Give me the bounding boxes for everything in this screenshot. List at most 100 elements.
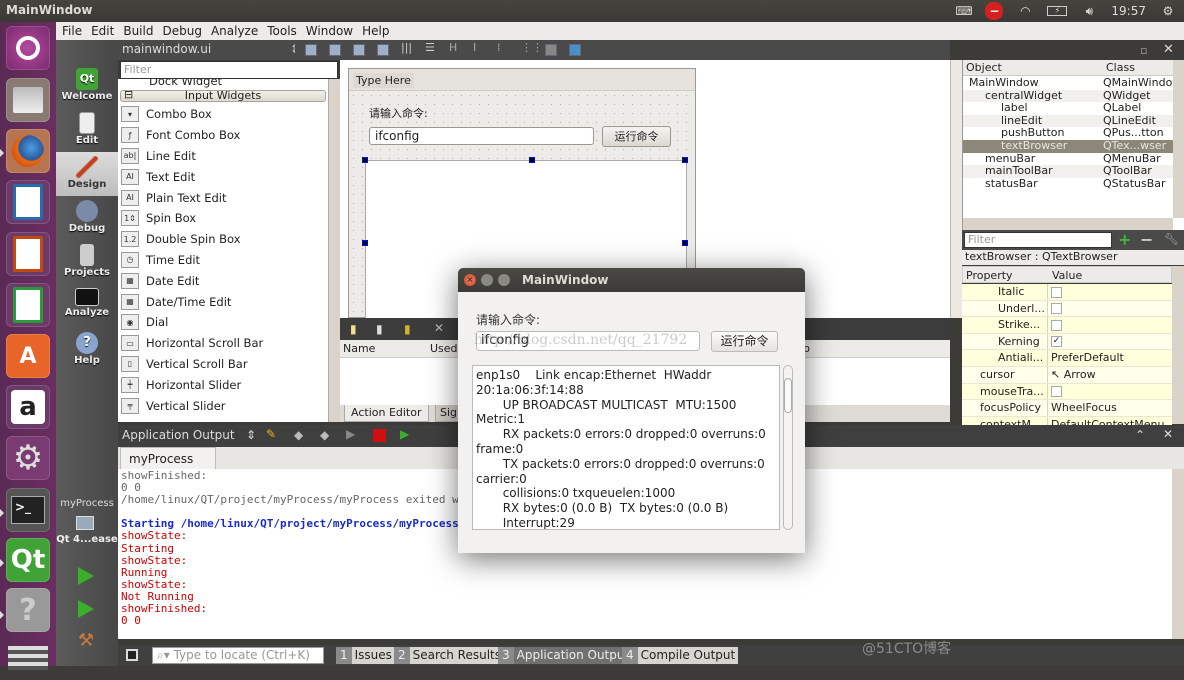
float-icon[interactable]: ▫ <box>1140 44 1147 57</box>
widget-item[interactable]: ◷ Time Edit <box>118 250 328 271</box>
volume-icon[interactable]: 🔊︎ <box>1081 4 1097 18</box>
object-tree-row[interactable]: label QLabel <box>963 102 1173 115</box>
resize-handle[interactable] <box>682 240 688 246</box>
tab-action-editor[interactable]: Action Editor <box>344 405 429 422</box>
clock[interactable]: 19:57 <box>1111 4 1146 18</box>
status-tab-compile-output[interactable]: 4 Compile Output <box>622 647 739 664</box>
wifi-icon[interactable]: ◠ <box>1017 4 1033 18</box>
property-row[interactable]: Italic <box>962 284 1172 301</box>
layout-horizontal-icon[interactable]: ||| <box>401 41 413 54</box>
break-layout-icon[interactable] <box>545 44 557 56</box>
property-row[interactable]: Underl... <box>962 300 1172 318</box>
widget-filter-input[interactable]: Filter <box>120 61 338 79</box>
ui-file-selector[interactable]: mainwindow.ui <box>122 42 211 56</box>
column-property[interactable]: Property <box>963 267 1049 282</box>
menu-analyze[interactable]: Analyze <box>211 24 258 38</box>
remove-property-icon[interactable]: − <box>1140 230 1153 249</box>
object-tree-row[interactable]: statusBar QStatusBar <box>963 178 1173 191</box>
terminal-icon[interactable]: >_ <box>6 488 50 532</box>
system-settings-icon[interactable]: ⚙ <box>6 436 50 480</box>
run-command-button[interactable]: 运行命令 <box>711 331 778 352</box>
menu-debug[interactable]: Debug <box>162 24 201 38</box>
column-object[interactable]: Object <box>963 60 1103 75</box>
paste-action-icon[interactable]: ▮ <box>404 322 411 336</box>
widget-item[interactable]: ┿ Horizontal Slider <box>118 374 328 395</box>
widget-item[interactable]: 1⇕ Spin Box <box>118 208 328 229</box>
next-item-icon[interactable]: ◆ <box>320 428 329 442</box>
layout-form-icon[interactable]: ⁞ <box>497 41 509 54</box>
mode-help[interactable]: ? Help <box>56 328 118 372</box>
resize-handle[interactable] <box>529 157 535 163</box>
scroll-thumb[interactable] <box>784 378 792 413</box>
mode-projects[interactable]: Projects <box>56 240 118 284</box>
property-checkbox[interactable] <box>1051 319 1062 331</box>
property-filter-input[interactable]: Filter <box>964 232 1112 248</box>
menu-file[interactable]: File <box>62 24 82 38</box>
property-checkbox[interactable] <box>1051 303 1062 315</box>
widget-item[interactable]: AI Text Edit <box>118 166 328 187</box>
property-row[interactable]: focusPolicy WheelFocus <box>962 400 1172 417</box>
widget-item[interactable]: AI Plain Text Edit <box>118 187 328 208</box>
property-checkbox[interactable] <box>1051 386 1062 398</box>
prev-item-icon[interactable]: ◆ <box>294 428 303 442</box>
type-here-menu[interactable]: Type Here <box>353 73 414 88</box>
copy-action-icon[interactable]: ▮ <box>376 322 383 336</box>
close-window-icon[interactable]: × <box>464 274 476 286</box>
widget-item[interactable]: ▭ Horizontal Scroll Bar <box>118 333 328 354</box>
property-row[interactable]: Strike... <box>962 317 1172 334</box>
adjust-size-icon[interactable] <box>569 44 581 56</box>
menu-build[interactable]: Build <box>123 24 153 38</box>
help-icon[interactable]: ? <box>6 588 50 632</box>
debug-run-icon[interactable] <box>78 600 94 618</box>
run-icon[interactable] <box>78 567 94 585</box>
property-editor-scrollbar[interactable] <box>1172 266 1184 424</box>
firefox-icon[interactable] <box>6 129 50 173</box>
edit-widgets-icon[interactable] <box>305 44 317 56</box>
object-tree-row[interactable]: centralWidget QWidget <box>963 89 1173 103</box>
layout-grid-icon[interactable]: ⋮⋮ <box>521 41 543 54</box>
status-tab-issues[interactable]: 1 Issues <box>336 647 395 664</box>
output-tab-myprocess[interactable]: myProcess ✕ <box>120 447 216 480</box>
widget-item[interactable]: ▦ Date/Time Edit <box>118 291 328 312</box>
object-tree-row[interactable]: MainWindow QMainWindow <box>963 77 1173 90</box>
network-disconnected-icon[interactable]: − <box>985 2 1004 20</box>
resize-handle[interactable] <box>362 157 368 163</box>
libreoffice-calc-icon[interactable] <box>6 283 50 327</box>
object-inspector-hscroll[interactable] <box>963 218 1173 230</box>
add-property-icon[interactable]: + <box>1118 230 1131 249</box>
property-row[interactable]: Kerning ✓ <box>962 333 1172 351</box>
close-icon[interactable]: ✕ <box>1163 42 1174 57</box>
widget-item[interactable]: ◉ Dial <box>118 312 328 333</box>
column-used[interactable]: Used <box>430 342 458 355</box>
object-inspector-vscroll[interactable] <box>1173 60 1184 218</box>
property-value[interactable] <box>1048 317 1172 333</box>
widget-item[interactable]: ▯ Vertical Scroll Bar <box>118 354 328 375</box>
output-scrollbar[interactable] <box>1172 469 1184 639</box>
widget-item[interactable]: ▦ Date Edit <box>118 270 328 291</box>
command-output-browser[interactable]: enp1s0 Link encap:Ethernet HWaddr 20:1a:… <box>472 365 780 530</box>
output-pane-selector[interactable]: Application Output <box>122 428 235 442</box>
stop-icon[interactable] <box>373 429 386 442</box>
object-tree-row[interactable]: pushButton QPus...tton <box>963 127 1173 140</box>
qt-creator-icon[interactable]: Qt <box>6 538 50 582</box>
widget-box-scrollbar[interactable] <box>328 79 340 422</box>
property-value[interactable]: WheelFocus <box>1048 400 1172 416</box>
mode-design[interactable]: Design <box>56 152 118 196</box>
software-center-icon[interactable]: A <box>6 334 50 378</box>
property-value[interactable]: PreferDefault <box>1048 350 1172 366</box>
property-value[interactable]: ✓ <box>1048 334 1172 350</box>
status-tab-application-output[interactable]: 3 Application Output <box>498 647 633 664</box>
attach-debugger-icon[interactable]: ▶ <box>400 427 409 441</box>
property-value[interactable] <box>1048 301 1172 317</box>
property-row[interactable]: mouseTra... <box>962 383 1172 401</box>
toggle-sidebar-icon[interactable] <box>126 649 138 661</box>
mode-analyze[interactable]: Analyze <box>56 284 118 328</box>
build-hammer-icon[interactable]: ⚒ <box>78 630 94 651</box>
mode-edit[interactable]: Edit <box>56 108 118 152</box>
rerun-icon[interactable]: ▶ <box>346 427 355 441</box>
maximize-pane-icon[interactable]: ⌃ <box>1135 428 1145 442</box>
widget-item[interactable]: ab| Line Edit <box>118 146 328 167</box>
form-push-button[interactable]: 运行命令 <box>602 126 671 147</box>
collapse-icon[interactable]: ⊟ <box>124 89 133 100</box>
layout-vertical-icon[interactable]: ☰ <box>425 41 437 54</box>
